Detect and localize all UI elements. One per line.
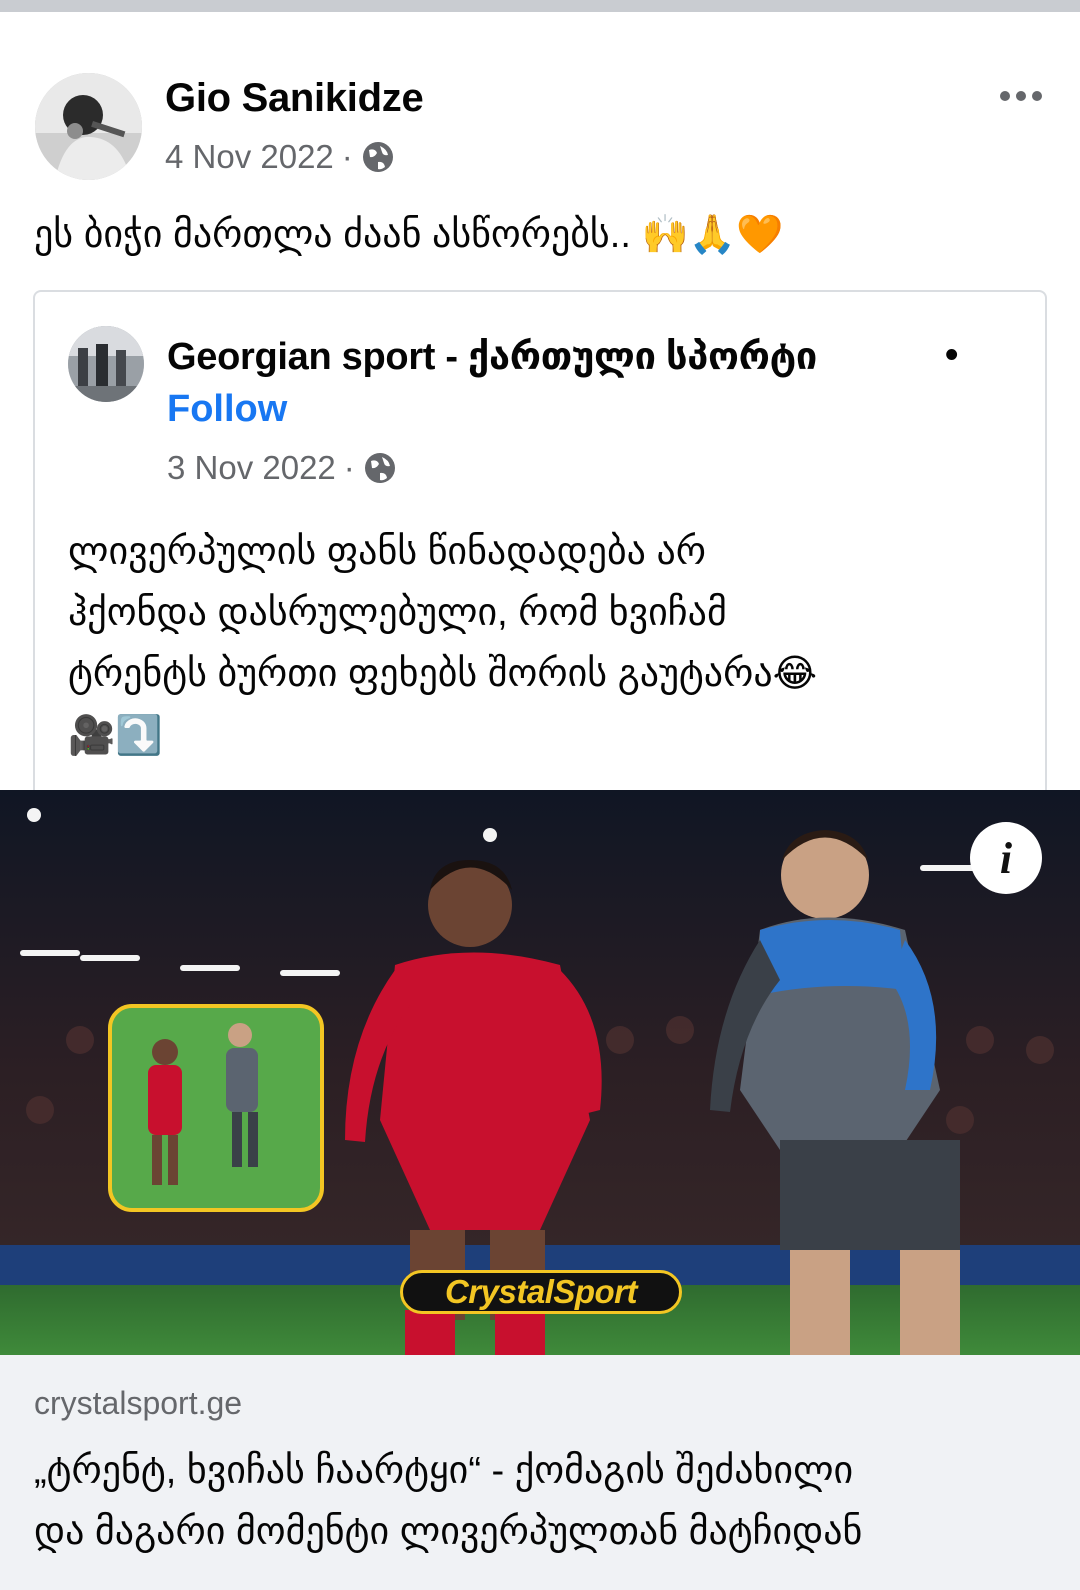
- more-dot-icon: [1000, 91, 1010, 101]
- link-domain: crystalsport.ge: [34, 1385, 243, 1421]
- link-title-line: და მაგარი მომენტი ლივერპულთან მატჩიდან: [34, 1511, 863, 1553]
- post-date[interactable]: 4 Nov 2022: [165, 138, 334, 176]
- meta-separator: ·: [341, 138, 353, 175]
- top-divider: [0, 0, 1080, 12]
- shared-text-line: 🎥⤵️: [68, 713, 163, 757]
- post-text-body: ეს ბიჭი მართლა ძაან ასწორებს..: [34, 214, 631, 256]
- shared-text-line: ტრენტს ბურთი ფეხებს შორის გაუტარა😂: [68, 653, 818, 695]
- globe-icon: [361, 140, 395, 174]
- globe-icon: [363, 451, 397, 485]
- page-avatar[interactable]: [68, 326, 144, 402]
- inset-thumbnail: [108, 1004, 324, 1212]
- shared-post-date[interactable]: 3 Nov 2022: [167, 449, 336, 487]
- meta-separator: ·: [343, 449, 355, 486]
- more-options-button[interactable]: [1000, 86, 1046, 106]
- crystalsport-watermark: CrystalSport: [400, 1270, 682, 1314]
- info-button[interactable]: i: [970, 822, 1042, 894]
- more-dot-icon: [1032, 91, 1042, 101]
- post-meta: 4 Nov 2022 ·: [165, 138, 395, 176]
- shared-post-text: ლივერპულის ფანს წინადადება არ ჰქონდა დას…: [68, 522, 1028, 766]
- post-text: ეს ბიჭი მართლა ძაან ასწორებს.. 🙌🙏🧡: [34, 212, 783, 257]
- shared-post-meta: 3 Nov 2022 ·: [167, 449, 397, 487]
- author-name[interactable]: Gio Sanikidze: [165, 76, 424, 121]
- post-emojis: 🙌🙏🧡: [641, 212, 784, 256]
- more-dot-icon: [1016, 91, 1026, 101]
- follow-button[interactable]: Follow: [167, 388, 287, 431]
- shared-text-line: ლივერპულის ფანს წინადადება არ: [68, 531, 707, 573]
- link-preview-image[interactable]: i CrystalSport: [0, 790, 1080, 1355]
- link-title-line: „ტრენტ, ხვიჩას ჩაარტყი“ - ქომაგის შეძახი…: [34, 1450, 854, 1492]
- bullet-separator: •: [945, 334, 959, 376]
- shared-text-line: ჰქონდა დასრულებული, რომ ხვიჩამ: [68, 592, 727, 634]
- shared-post-card[interactable]: Georgian sport - ქართული სპორტი • Follow…: [33, 290, 1047, 790]
- link-title: „ტრენტ, ხვიჩას ჩაარტყი“ - ქომაგის შეძახი…: [34, 1441, 1044, 1563]
- link-preview-footer[interactable]: crystalsport.ge „ტრენტ, ხვიჩას ჩაარტყი“ …: [0, 1355, 1080, 1590]
- page-name[interactable]: Georgian sport - ქართული სპორტი: [167, 334, 817, 379]
- author-avatar[interactable]: [35, 73, 142, 180]
